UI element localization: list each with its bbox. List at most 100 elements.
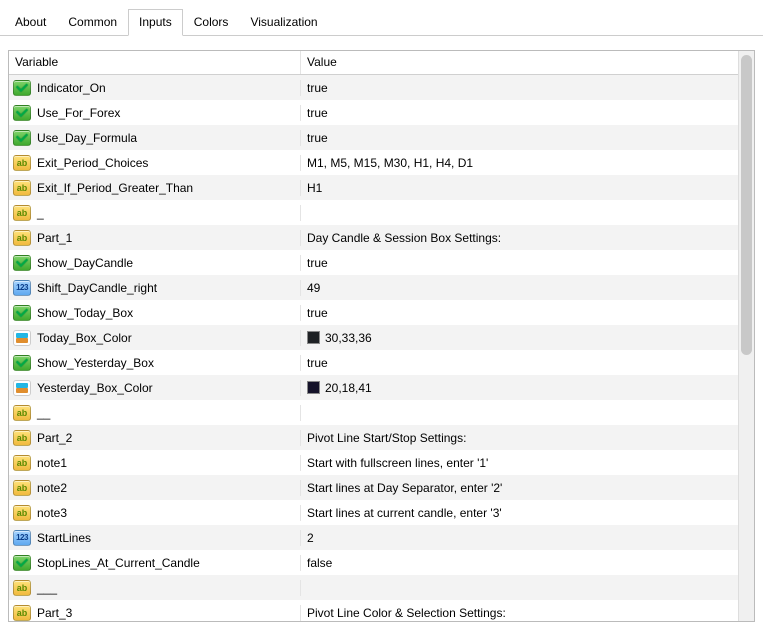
color-swatch bbox=[307, 381, 320, 394]
tab-common[interactable]: Common bbox=[57, 9, 128, 36]
value-text: H1 bbox=[307, 181, 322, 195]
variable-name: Use_Day_Formula bbox=[37, 131, 137, 145]
property-row[interactable]: Exit_Period_Choices M1, M5, M15, M30, H1,… bbox=[9, 150, 738, 175]
property-grid[interactable]: Variable Value Indicator_OntrueUse_For_F… bbox=[9, 51, 738, 621]
header-variable: Variable bbox=[9, 51, 301, 74]
variable-cell: Indicator_On bbox=[9, 80, 301, 96]
property-row[interactable]: Shift_DayCandle_right 49 bbox=[9, 275, 738, 300]
string-icon bbox=[13, 505, 31, 521]
variable-cell: Part_3 bbox=[9, 605, 301, 621]
value-cell[interactable]: Start with fullscreen lines, enter '1' bbox=[301, 456, 738, 470]
value-cell[interactable]: 20,18,41 bbox=[301, 381, 738, 395]
integer-icon bbox=[13, 530, 31, 546]
scrollbar-thumb[interactable] bbox=[741, 55, 752, 355]
value-cell[interactable]: Pivot Line Start/Stop Settings: bbox=[301, 431, 738, 445]
tab-colors[interactable]: Colors bbox=[183, 9, 240, 36]
value-text: Day Candle & Session Box Settings: bbox=[307, 231, 501, 245]
variable-cell: Yesterday_Box_Color bbox=[9, 380, 301, 396]
value-cell[interactable]: true bbox=[301, 256, 738, 270]
variable-cell: _ bbox=[9, 205, 301, 221]
property-row[interactable]: Show_Today_Boxtrue bbox=[9, 300, 738, 325]
value-cell[interactable]: true bbox=[301, 356, 738, 370]
color-swatch bbox=[307, 331, 320, 344]
header-value: Value bbox=[301, 51, 738, 74]
value-text: true bbox=[307, 131, 328, 145]
bool-icon bbox=[13, 555, 31, 571]
value-text: M1, M5, M15, M30, H1, H4, D1 bbox=[307, 156, 473, 170]
property-row[interactable]: Part_2 Pivot Line Start/Stop Settings: bbox=[9, 425, 738, 450]
property-row[interactable]: Part_1Day Candle & Session Box Settings: bbox=[9, 225, 738, 250]
variable-name: _ bbox=[37, 206, 44, 220]
integer-icon bbox=[13, 280, 31, 296]
property-row[interactable]: __ bbox=[9, 400, 738, 425]
string-icon bbox=[13, 205, 31, 221]
value-cell[interactable]: 2 bbox=[301, 531, 738, 545]
property-row[interactable]: note1 Start with fullscreen lines, enter … bbox=[9, 450, 738, 475]
property-row[interactable]: Today_Box_Color 30,33,36 bbox=[9, 325, 738, 350]
value-cell[interactable]: Day Candle & Session Box Settings: bbox=[301, 231, 738, 245]
value-cell[interactable]: 49 bbox=[301, 281, 738, 295]
value-cell[interactable]: Start lines at current candle, enter '3' bbox=[301, 506, 738, 520]
value-cell[interactable]: true bbox=[301, 306, 738, 320]
vertical-scrollbar[interactable] bbox=[738, 51, 754, 621]
variable-name: note2 bbox=[37, 481, 67, 495]
string-icon bbox=[13, 155, 31, 171]
tab-about[interactable]: About bbox=[4, 9, 57, 36]
variable-cell: Use_For_Forex bbox=[9, 105, 301, 121]
property-row[interactable]: Use_For_Forex true bbox=[9, 100, 738, 125]
string-icon bbox=[13, 580, 31, 596]
property-row[interactable]: StopLines_At_Current_Candlefalse bbox=[9, 550, 738, 575]
value-cell[interactable]: Start lines at Day Separator, enter '2' bbox=[301, 481, 738, 495]
property-row[interactable]: Indicator_On true bbox=[9, 75, 738, 100]
value-cell[interactable]: 30,33,36 bbox=[301, 331, 738, 345]
value-cell[interactable]: false bbox=[301, 556, 738, 570]
value-text: 30,33,36 bbox=[325, 331, 372, 345]
property-row[interactable]: Exit_If_Period_Greater_Than H1 bbox=[9, 175, 738, 200]
value-text: Start lines at Day Separator, enter '2' bbox=[307, 481, 502, 495]
value-text: Start lines at current candle, enter '3' bbox=[307, 506, 502, 520]
value-cell[interactable]: true bbox=[301, 106, 738, 120]
value-cell[interactable]: M1, M5, M15, M30, H1, H4, D1 bbox=[301, 156, 738, 170]
value-cell[interactable]: Pivot Line Color & Selection Settings: bbox=[301, 606, 738, 620]
property-row[interactable]: Show_DayCandle true bbox=[9, 250, 738, 275]
bool-icon bbox=[13, 355, 31, 371]
inputs-panel: Variable Value Indicator_OntrueUse_For_F… bbox=[8, 50, 755, 622]
variable-name: Shift_DayCandle_right bbox=[37, 281, 157, 295]
property-row[interactable]: Part_3 Pivot Line Color & Selection Setti… bbox=[9, 600, 738, 621]
property-row[interactable]: Yesterday_Box_Color20,18,41 bbox=[9, 375, 738, 400]
property-row[interactable]: Show_Yesterday_Boxtrue bbox=[9, 350, 738, 375]
variable-name: Use_For_Forex bbox=[37, 106, 120, 120]
tab-inputs[interactable]: Inputs bbox=[128, 9, 183, 36]
variable-cell: Show_Today_Box bbox=[9, 305, 301, 321]
variable-name: Part_2 bbox=[37, 431, 72, 445]
bool-icon bbox=[13, 305, 31, 321]
property-row[interactable]: note3Start lines at current candle, ente… bbox=[9, 500, 738, 525]
variable-name: Today_Box_Color bbox=[37, 331, 132, 345]
variable-name: Show_DayCandle bbox=[37, 256, 133, 270]
value-cell[interactable]: true bbox=[301, 131, 738, 145]
color-icon bbox=[13, 380, 31, 396]
variable-cell: Exit_Period_Choices bbox=[9, 155, 301, 171]
property-row[interactable]: note2 Start lines at Day Separator, enter… bbox=[9, 475, 738, 500]
variable-name: note1 bbox=[37, 456, 67, 470]
value-text: true bbox=[307, 106, 328, 120]
property-row[interactable]: ___ bbox=[9, 575, 738, 600]
string-icon bbox=[13, 455, 31, 471]
value-cell[interactable]: H1 bbox=[301, 181, 738, 195]
string-icon bbox=[13, 605, 31, 621]
variable-name: Part_3 bbox=[37, 606, 72, 620]
property-row[interactable]: StartLines2 bbox=[9, 525, 738, 550]
property-row[interactable]: _ bbox=[9, 200, 738, 225]
string-icon bbox=[13, 405, 31, 421]
string-icon bbox=[13, 480, 31, 496]
variable-name: Exit_If_Period_Greater_Than bbox=[37, 181, 193, 195]
value-text: Pivot Line Color & Selection Settings: bbox=[307, 606, 506, 620]
value-cell[interactable]: true bbox=[301, 81, 738, 95]
value-text: false bbox=[307, 556, 332, 570]
grid-header: Variable Value bbox=[9, 51, 738, 75]
string-icon bbox=[13, 430, 31, 446]
tab-visualization[interactable]: Visualization bbox=[239, 9, 328, 36]
variable-name: Indicator_On bbox=[37, 81, 106, 95]
string-icon bbox=[13, 180, 31, 196]
property-row[interactable]: Use_Day_Formula true bbox=[9, 125, 738, 150]
